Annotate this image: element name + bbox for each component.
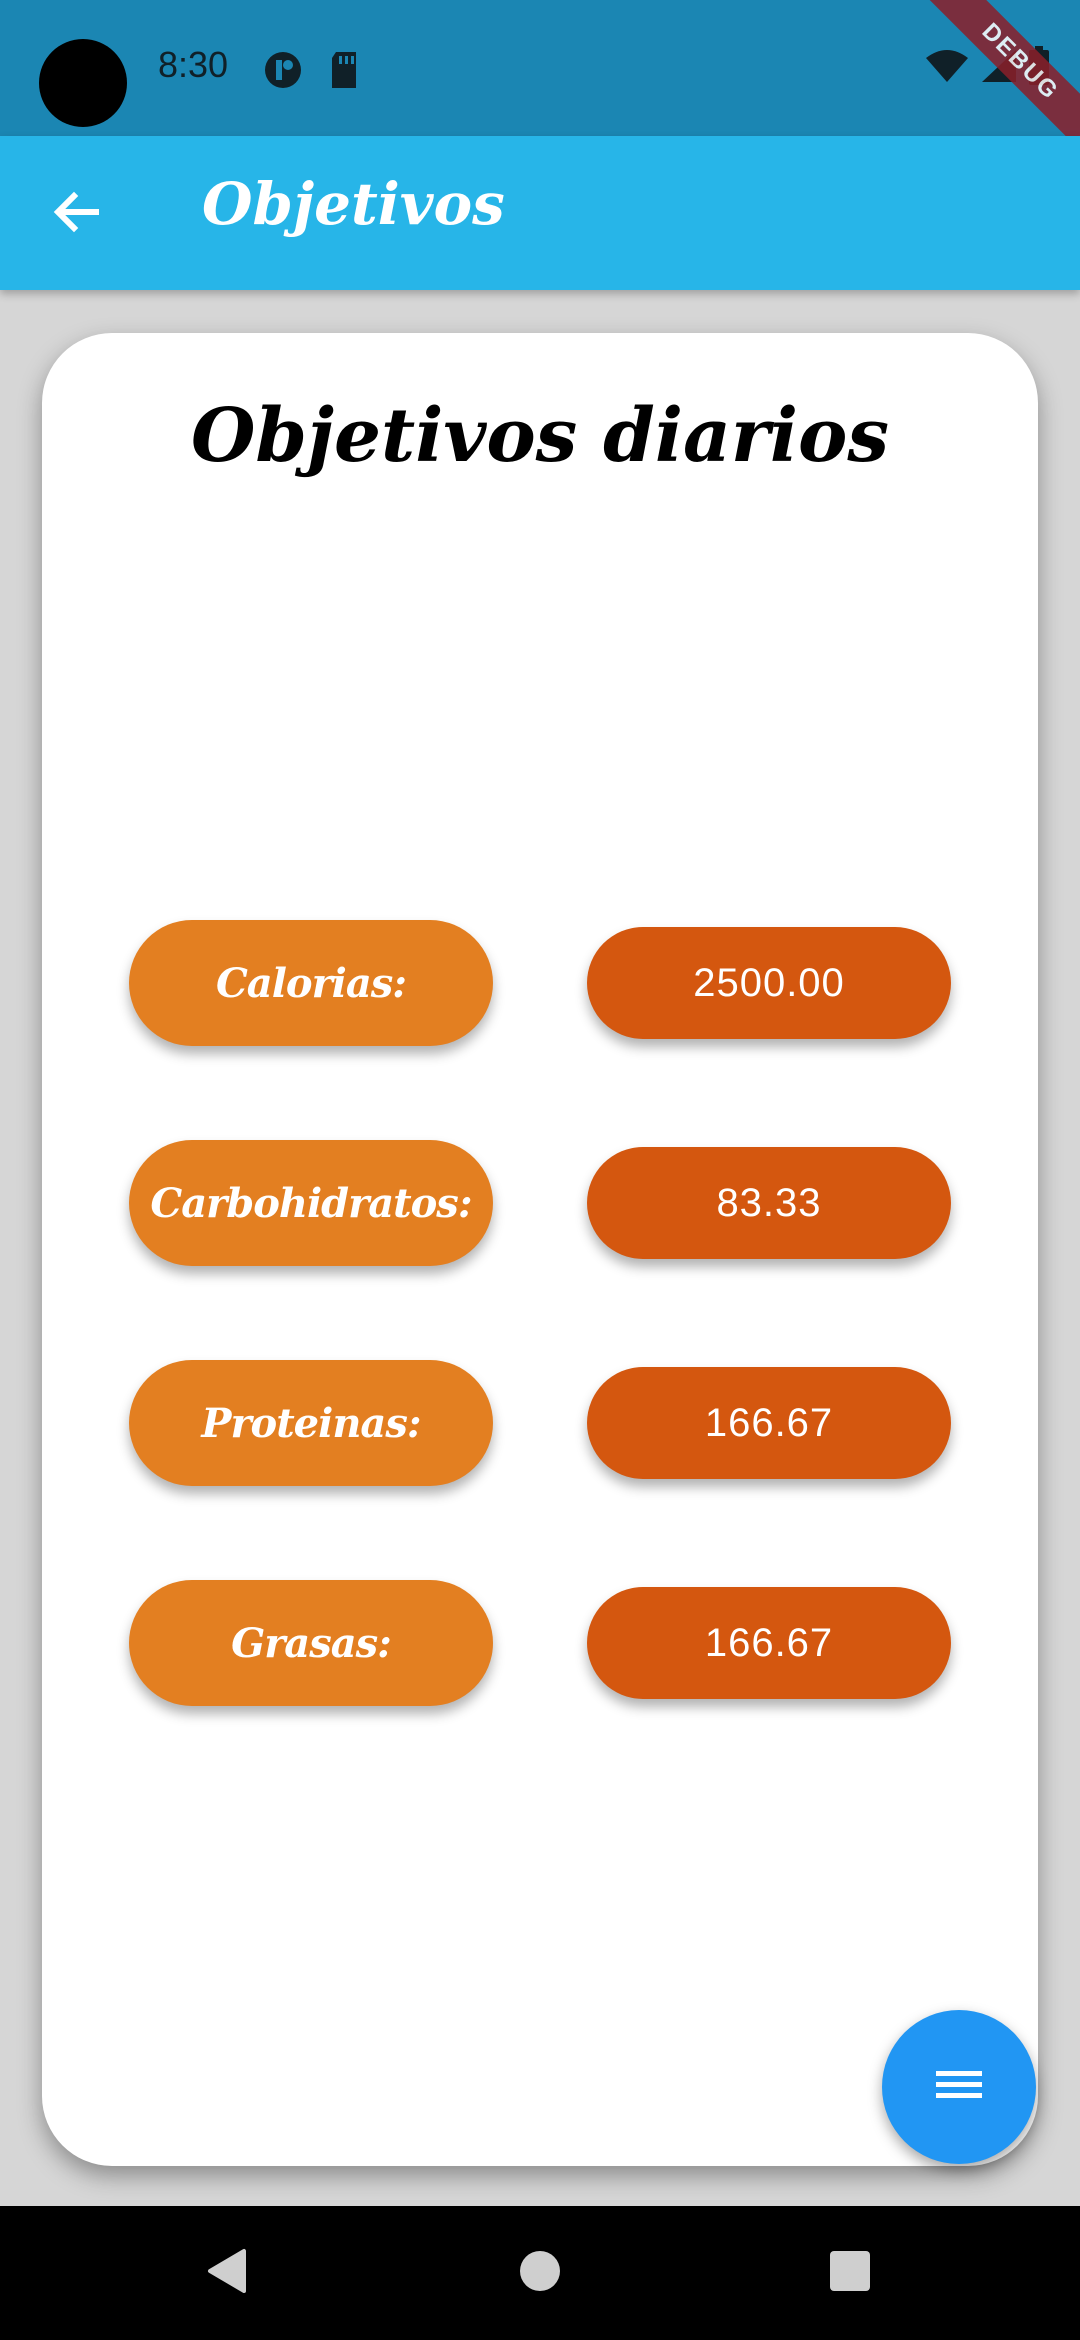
back-button[interactable]: [40, 178, 112, 250]
recents-square-icon: [828, 2249, 872, 2297]
goal-value-proteins: 166.67: [587, 1367, 951, 1479]
nav-back-button[interactable]: [166, 2206, 286, 2340]
menu-icon: [934, 2065, 984, 2109]
app-bar-title: Objetivos: [202, 170, 505, 238]
back-triangle-icon: [204, 2247, 248, 2299]
goal-value-calories: 2500.00: [587, 927, 951, 1039]
system-nav-bar: [0, 2206, 1080, 2340]
app-bar: Objetivos: [0, 136, 1080, 290]
menu-fab-button[interactable]: [882, 2010, 1036, 2164]
wifi-icon: [924, 48, 970, 88]
goal-value-fats: 166.67: [587, 1587, 951, 1699]
goal-label-fats: Grasas:: [129, 1580, 493, 1706]
daily-goals-card: Objetivos diarios Calorias: 2500.00 Carb…: [42, 333, 1038, 2166]
nav-home-button[interactable]: [480, 2206, 600, 2340]
goal-label-carbohydrates: Carbohidratos:: [129, 1140, 493, 1266]
nav-recents-button[interactable]: [790, 2206, 910, 2340]
arrow-left-icon: [50, 186, 102, 242]
card-title: Objetivos diarios: [190, 393, 890, 479]
goal-label-calories: Calorias:: [129, 920, 493, 1046]
goal-label-proteins: Proteinas:: [129, 1360, 493, 1486]
home-circle-icon: [518, 2249, 562, 2297]
camera-cutout: [39, 39, 127, 127]
status-time: 8:30: [158, 44, 229, 85]
status-bar: 8:30 DEBUG: [0, 0, 1080, 169]
notification-app-icon: [263, 50, 303, 94]
sd-card-icon: [328, 50, 360, 94]
goal-value-carbohydrates: 83.33: [587, 1147, 951, 1259]
